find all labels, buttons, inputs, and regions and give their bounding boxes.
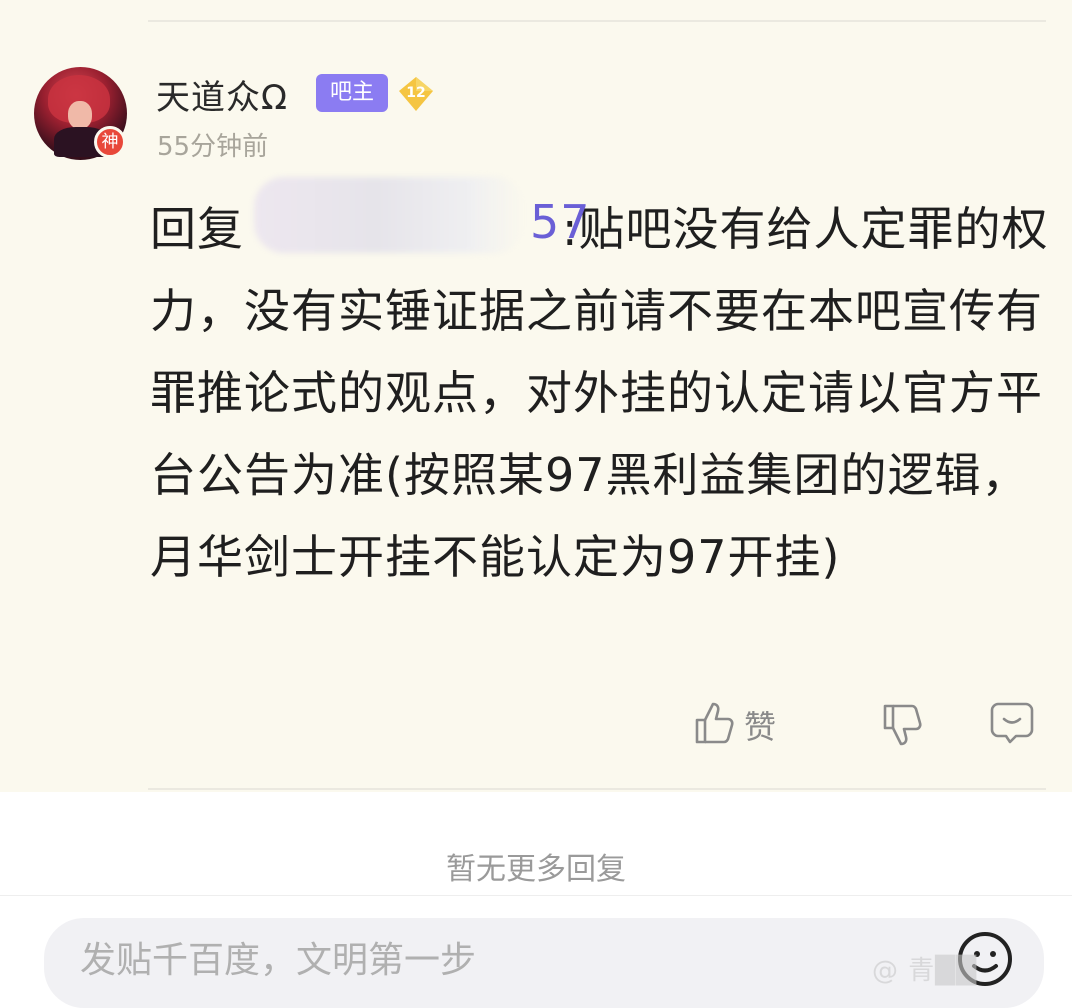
thumbs-up-icon[interactable] [694,700,736,746]
reply-input[interactable] [78,934,902,986]
divider [0,895,1072,896]
level-badge: 12 [396,74,436,114]
divider [148,788,1046,790]
reply-prefix: 回复 [150,202,244,256]
action-bar: 赞 [0,700,1072,748]
divider [148,20,1046,22]
moderator-badge: 吧主 [316,74,388,112]
mention-link[interactable]: 57 [244,177,590,253]
blurred-username [254,177,524,253]
reply-text: :贴吧没有给人定罪的权力，没有实锤证据之前请不要在本吧宣传有罪推论式的观点，对外… [150,202,1049,584]
watermark: @ 青██ [872,956,978,986]
avatar-god-badge: 神 [94,126,126,158]
reply-content: 回复 57:贴吧没有给人定罪的权力，没有实锤证据之前请不要在本吧宣传有罪推论式的观… [150,177,1050,598]
level-number: 12 [406,85,426,101]
comment-icon[interactable] [990,702,1034,744]
thumbs-down-icon[interactable] [882,702,924,748]
post-time: 55分钟前 [157,132,269,162]
reply-card: 神 天道众Ω 吧主 12 55分钟前 回复 57:贴吧没有给人定罪的权力，没有实锤… [0,0,1072,792]
username[interactable]: 天道众Ω [156,70,288,119]
like-label[interactable]: 赞 [744,702,776,748]
mention-visible-text: 57 [530,195,591,249]
no-more-replies: 暂无更多回复 [446,852,626,887]
